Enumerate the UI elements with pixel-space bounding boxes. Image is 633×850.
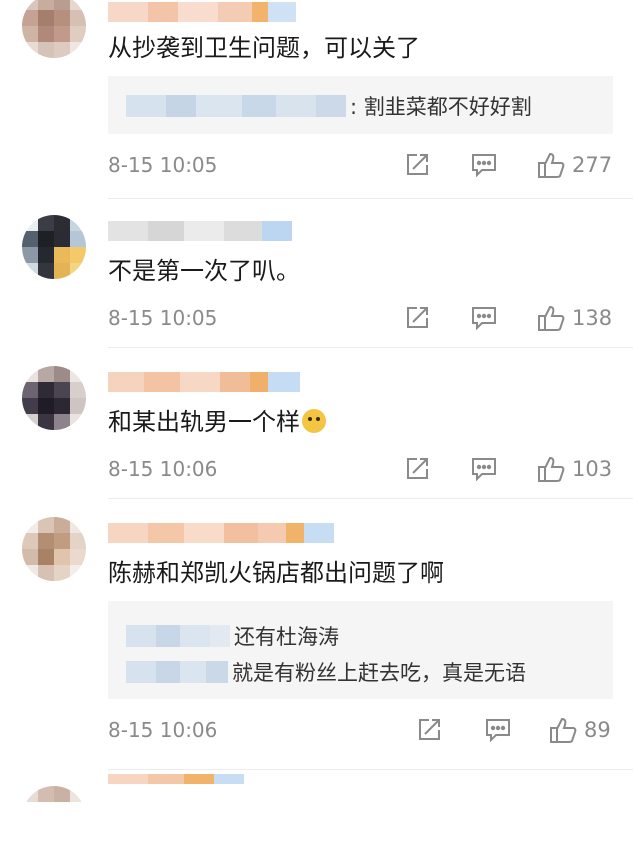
- timestamp: 8-15 10:05: [108, 306, 218, 330]
- reply-line[interactable]: : 割韭菜都不好好割: [126, 91, 532, 121]
- thumbs-up-icon: [538, 456, 565, 482]
- like-button[interactable]: 103: [536, 454, 612, 484]
- like-count: 277: [572, 153, 613, 177]
- like-count: 89: [584, 718, 611, 742]
- share-button[interactable]: [416, 715, 442, 745]
- like-count: 138: [572, 306, 613, 330]
- like-button[interactable]: 138: [536, 303, 612, 333]
- share-button[interactable]: [404, 150, 430, 180]
- reply-line[interactable]: 还有杜海涛: [126, 621, 339, 651]
- reply-username-blurred: [126, 661, 228, 683]
- username-blurred[interactable]: [108, 372, 300, 392]
- timestamp: 8-15 10:06: [108, 718, 218, 742]
- comment-item: 陈赫和郑凯火锅店都出问题了啊 还有杜海涛 就是有粉丝上赶去吃，真是无语 8-15…: [0, 501, 633, 771]
- doge-emoji-icon: [302, 409, 326, 433]
- reply-text: : 割韭菜都不好好割: [350, 95, 532, 119]
- comment-icon: [472, 458, 496, 482]
- share-button[interactable]: [404, 303, 430, 333]
- thumbs-up-icon: [538, 152, 565, 178]
- avatar[interactable]: [22, 786, 86, 850]
- timestamp: 8-15 10:06: [108, 457, 218, 481]
- comment-icon: [472, 154, 496, 178]
- reply-box[interactable]: : 割韭菜都不好好割: [108, 76, 613, 134]
- comment-text-content: 和某出轨男一个样: [108, 408, 300, 436]
- share-icon: [407, 154, 428, 175]
- avatar[interactable]: [22, 517, 86, 581]
- comment-button[interactable]: [470, 150, 498, 180]
- avatar[interactable]: [22, 366, 86, 430]
- share-icon: [419, 719, 440, 740]
- timestamp: 8-15 10:05: [108, 153, 218, 177]
- comment-text: 陈赫和郑凯火锅店都出问题了啊: [108, 559, 444, 587]
- reply-line[interactable]: 就是有粉丝上赶去吃，真是无语: [126, 657, 526, 687]
- reply-text: 就是有粉丝上赶去吃，真是无语: [232, 661, 526, 685]
- reply-username-blurred: [126, 95, 346, 117]
- username-blurred[interactable]: [108, 774, 244, 784]
- comment-item: 和某出轨男一个样 8-15 10:06 103: [0, 350, 633, 500]
- divider: [108, 498, 633, 499]
- avatar[interactable]: [22, 0, 86, 58]
- username-blurred[interactable]: [108, 523, 334, 543]
- comment-item-partial: [0, 772, 633, 804]
- comment-button[interactable]: [484, 715, 512, 745]
- comment-text: 和某出轨男一个样: [108, 406, 326, 438]
- share-button[interactable]: [404, 454, 430, 484]
- comment-meta: 8-15 10:05 277: [108, 150, 613, 180]
- reply-box[interactable]: 还有杜海涛 就是有粉丝上赶去吃，真是无语: [108, 601, 613, 699]
- comment-meta: 8-15 10:06 89: [108, 715, 613, 745]
- comment-meta: 8-15 10:05 138: [108, 303, 613, 333]
- comment-text: 不是第一次了叭。: [108, 257, 300, 285]
- reply-username-blurred: [126, 625, 230, 647]
- comment-button[interactable]: [470, 454, 498, 484]
- divider: [108, 347, 633, 348]
- thumbs-up-icon: [550, 717, 577, 743]
- share-icon: [407, 458, 428, 479]
- username-blurred[interactable]: [108, 221, 292, 241]
- comment-item: 不是第一次了叭。 8-15 10:05 138: [0, 199, 633, 349]
- comment-icon: [472, 307, 496, 331]
- reply-text: 还有杜海涛: [234, 625, 339, 649]
- thumbs-up-icon: [538, 305, 565, 331]
- username-blurred[interactable]: [108, 2, 296, 22]
- share-icon: [407, 307, 428, 328]
- like-button[interactable]: 89: [548, 715, 611, 745]
- divider: [108, 769, 633, 770]
- avatar[interactable]: [22, 215, 86, 279]
- comment-icon: [486, 719, 510, 743]
- like-button[interactable]: 277: [536, 150, 612, 180]
- comment-meta: 8-15 10:06 103: [108, 454, 613, 484]
- comment-text: 从抄袭到卫生问题，可以关了: [108, 34, 420, 62]
- like-count: 103: [572, 457, 613, 481]
- comment-item: 从抄袭到卫生问题，可以关了 : 割韭菜都不好好割 8-15 10:05 277: [0, 0, 633, 199]
- comment-button[interactable]: [470, 303, 498, 333]
